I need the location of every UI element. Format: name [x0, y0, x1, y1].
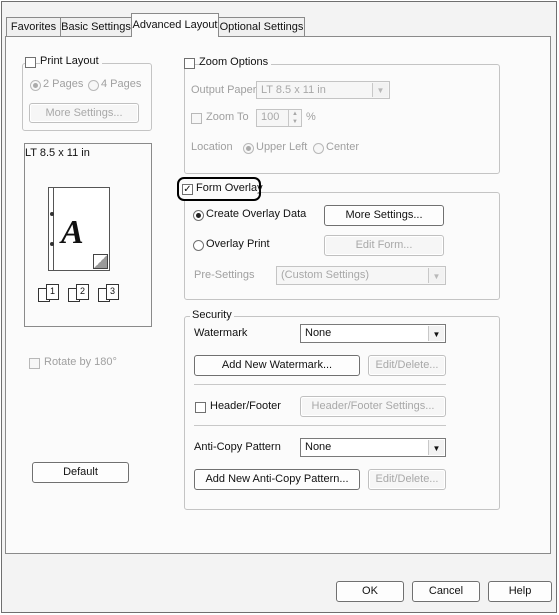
- chevron-down-icon: ▼: [428, 268, 444, 283]
- presettings-select[interactable]: (Custom Settings) ▼: [276, 266, 446, 285]
- zoom-percent-spinner[interactable]: 100 ▲ ▼: [256, 109, 302, 127]
- anti-copy-pattern-select[interactable]: None ▼: [300, 438, 446, 457]
- watermark-label: Watermark: [194, 327, 248, 339]
- percent-symbol: %: [306, 111, 316, 123]
- overlay-print-label: Overlay Print: [206, 238, 270, 250]
- location-label: Location: [191, 141, 233, 153]
- security-label: Security: [190, 309, 234, 321]
- anti-copy-edit-delete-button[interactable]: Edit/Delete...: [368, 469, 446, 490]
- output-paper-select[interactable]: LT 8.5 x 11 in ▼: [256, 81, 390, 99]
- binding-hole-icon: [50, 242, 54, 246]
- output-paper-label: Output Paper: [191, 84, 257, 96]
- tab-optional-settings[interactable]: Optional Settings: [218, 17, 305, 36]
- header-footer-label: Header/Footer: [210, 400, 281, 412]
- print-layout-label: Print Layout: [40, 55, 102, 67]
- zoom-options-label: Zoom Options: [199, 56, 272, 68]
- watermark-select[interactable]: None ▼: [300, 324, 446, 343]
- page-stack-1-icon: 1: [38, 284, 60, 302]
- security-divider: [194, 425, 446, 426]
- form-overlay-more-settings-button[interactable]: More Settings...: [324, 205, 444, 226]
- form-overlay-label: Form Overlay: [196, 182, 263, 194]
- help-button[interactable]: Help: [488, 581, 552, 602]
- cancel-button[interactable]: Cancel: [412, 581, 480, 602]
- page-curl-icon: [93, 254, 108, 269]
- header-footer-settings-button[interactable]: Header/Footer Settings...: [300, 396, 446, 417]
- printer-properties-dialog: Favorites Basic Settings Advanced Layout…: [1, 1, 557, 613]
- presettings-label: Pre-Settings: [194, 269, 255, 281]
- location-upper-left-radio[interactable]: [243, 143, 254, 154]
- zoom-to-label: Zoom To: [206, 111, 249, 123]
- tab-basic-settings[interactable]: Basic Settings: [60, 17, 132, 36]
- collate-stack-icons: 1 2 3: [38, 282, 128, 302]
- zoom-options-checkbox[interactable]: [184, 58, 195, 69]
- location-upper-left-label: Upper Left: [256, 141, 308, 153]
- print-layout-more-settings-button[interactable]: More Settings...: [29, 103, 139, 123]
- add-new-anti-copy-pattern-button[interactable]: Add New Anti-Copy Pattern...: [194, 469, 360, 490]
- page-stack-3-icon: 3: [98, 284, 120, 302]
- location-center-radio[interactable]: [313, 143, 324, 154]
- location-center-label: Center: [326, 141, 360, 153]
- default-button[interactable]: Default: [32, 462, 129, 483]
- page-sample-letter: A: [61, 214, 84, 251]
- header-footer-checkbox[interactable]: [195, 402, 206, 413]
- radio-4-pages-label: 4 Pages: [101, 78, 142, 90]
- binding-line: [53, 188, 54, 270]
- anti-copy-pattern-label: Anti-Copy Pattern: [194, 441, 281, 453]
- chevron-down-icon: ▼: [428, 326, 444, 341]
- tab-advanced-layout[interactable]: Advanced Layout: [131, 13, 219, 37]
- chevron-down-icon: ▼: [428, 440, 444, 455]
- advanced-layout-panel: Print Layout 2 Pages 4 Pages More Settin…: [5, 36, 551, 554]
- page-stack-2-icon: 2: [68, 284, 90, 302]
- create-overlay-data-label: Create Overlay Data: [206, 208, 307, 220]
- watermark-edit-delete-button[interactable]: Edit/Delete...: [368, 355, 446, 376]
- spinner-arrows-icon[interactable]: ▲ ▼: [288, 110, 301, 126]
- radio-2-pages-label: 2 Pages: [43, 78, 84, 90]
- add-new-watermark-button[interactable]: Add New Watermark...: [194, 355, 360, 376]
- page-preview: A: [48, 187, 110, 271]
- rotate-180-label: Rotate by 180°: [44, 356, 117, 368]
- security-divider: [194, 384, 446, 385]
- chevron-down-icon: ▼: [372, 83, 388, 97]
- radio-2-pages[interactable]: [30, 80, 41, 91]
- create-overlay-data-radio[interactable]: [193, 210, 204, 221]
- print-layout-checkbox[interactable]: [25, 57, 36, 68]
- binding-hole-icon: [50, 212, 54, 216]
- ok-button[interactable]: OK: [336, 581, 404, 602]
- edit-form-button[interactable]: Edit Form...: [324, 235, 444, 256]
- zoom-to-checkbox[interactable]: [191, 113, 202, 124]
- tab-favorites[interactable]: Favorites: [6, 17, 61, 36]
- form-overlay-checkbox[interactable]: ✓: [182, 184, 193, 195]
- overlay-print-radio[interactable]: [193, 240, 204, 251]
- tab-bar: Favorites Basic Settings Advanced Layout…: [2, 2, 556, 38]
- radio-4-pages[interactable]: [88, 80, 99, 91]
- rotate-180-checkbox[interactable]: [29, 358, 40, 369]
